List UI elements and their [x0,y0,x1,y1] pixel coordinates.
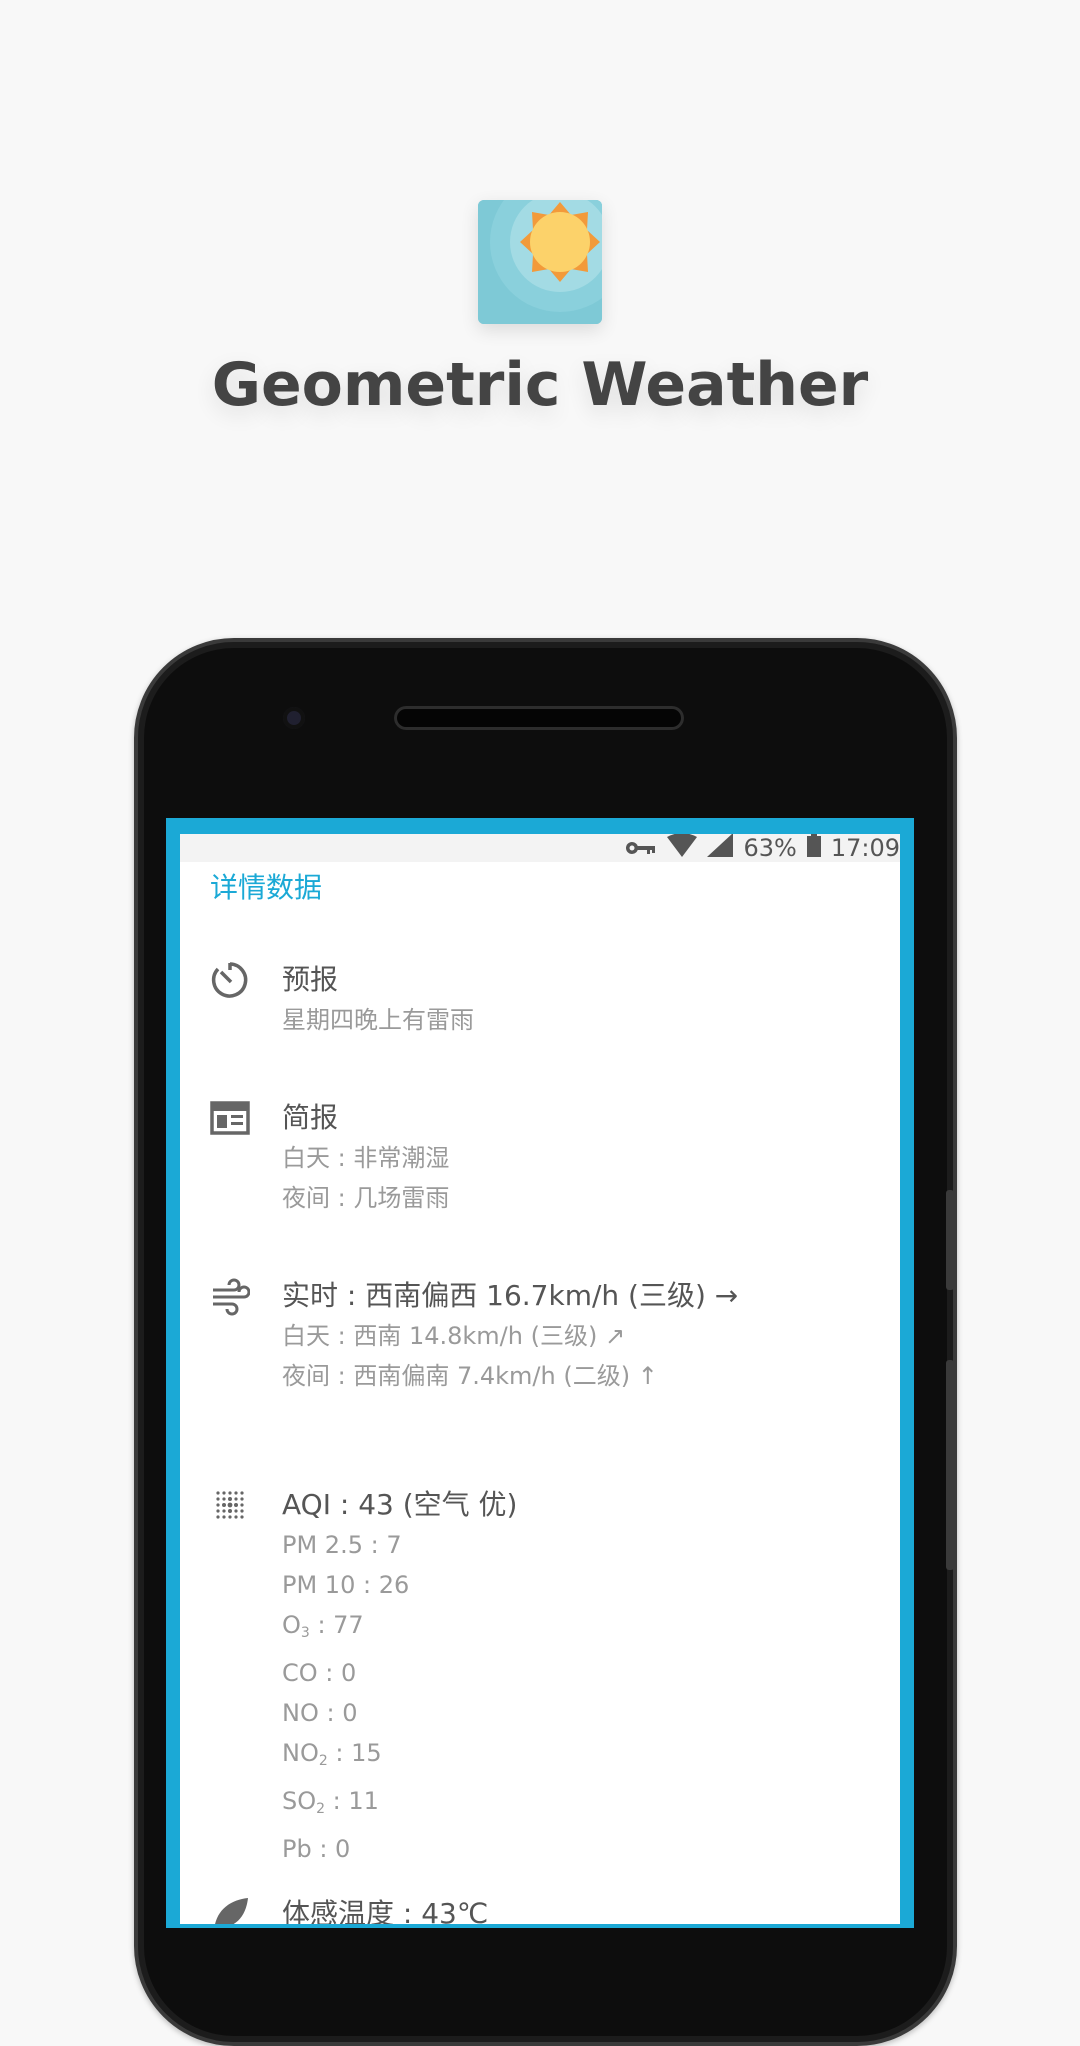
earpiece-speaker [394,706,684,730]
front-camera [283,707,305,729]
no2-subscript: 2 [318,1753,328,1769]
wind-now: 实时 : 西南偏西 16.7km/h (三级) → [282,1279,739,1312]
aqi-co: CO : 0 [282,1659,357,1687]
key-icon [625,834,657,862]
so2-label: SO [282,1787,317,1815]
app-title: Geometric Weather [211,350,869,420]
brief-label: 简报 [282,1101,339,1134]
section-title: 详情数据 [210,871,323,904]
power-button [946,1360,954,1570]
phone-screen: 63% 17:09 详情数据 预报 星期四晚上有雷雨 简报 白天 : 非常潮湿 … [180,834,900,1924]
so2-value: : 11 [325,1787,379,1815]
o3-label: O [282,1611,301,1639]
aqi-no2: NO2 : 15 [282,1733,517,1781]
aqi-o3: O3 : 77 [282,1605,517,1653]
wind-day: 白天 : 西南 14.8km/h (三级) ↗ [282,1322,626,1350]
aqi-so2: SO2 : 11 [282,1781,517,1829]
timer-icon [210,960,250,1000]
dots-icon [210,1485,250,1525]
forecast-label: 预报 [282,963,339,996]
aqi-pm25: PM 2.5 : 7 [282,1531,402,1559]
brief-day: 白天 : 非常潮湿 [282,1144,450,1172]
o3-value: : 77 [309,1611,364,1639]
aqi-pb: Pb : 0 [282,1835,351,1863]
volume-button [946,1190,954,1290]
app-logo [478,200,602,324]
no2-label: NO [282,1739,319,1767]
status-bar: 63% 17:09 [180,834,900,862]
aqi-pm10: PM 10 : 26 [282,1571,410,1599]
battery-percent: 63% [743,834,797,862]
o3-subscript: 3 [300,1625,310,1641]
battery-icon [806,834,821,863]
so2-subscript: 2 [316,1801,326,1817]
calendar-icon [210,1098,250,1138]
wifi-icon [667,834,698,863]
aqi-summary: AQI : 43 (空气 优) [282,1488,518,1521]
aqi-no: NO : 0 [282,1699,358,1727]
clock-time: 17:09 [830,834,900,862]
wind-night: 夜间 : 西南偏南 7.4km/h (二级) ↑ [282,1362,658,1390]
wind-icon [210,1276,251,1316]
forecast-text: 星期四晚上有雷雨 [282,1006,474,1034]
no2-value: : 15 [327,1739,382,1767]
brief-night: 夜间 : 几场雷雨 [282,1184,450,1212]
signal-icon [707,834,734,863]
